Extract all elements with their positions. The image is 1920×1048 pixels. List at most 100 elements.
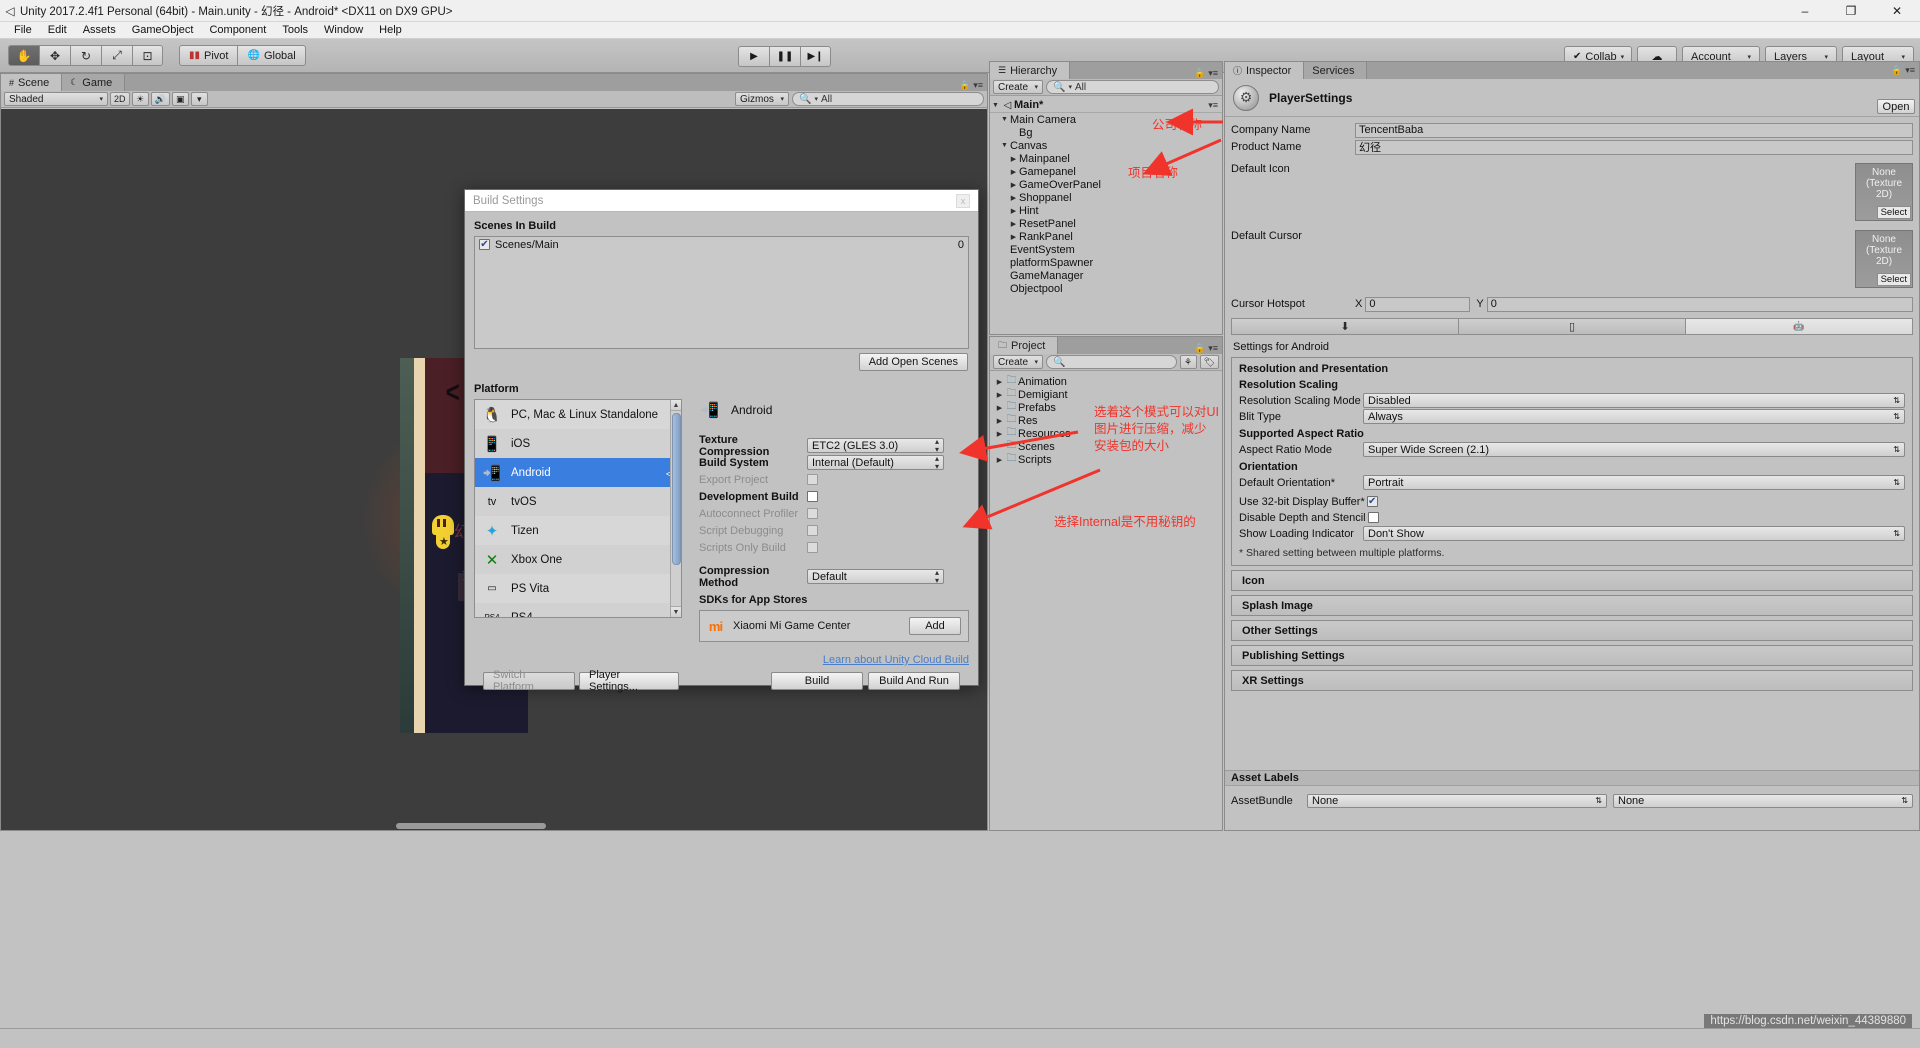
- hierarchy-item-rankpanel[interactable]: ▶ RankPanel: [990, 230, 1222, 243]
- scene-tab-tools[interactable]: 🔒 ▾≡: [959, 80, 987, 91]
- aspect-ratio-mode-dropdown[interactable]: Super Wide Screen (2.1) ⇅: [1363, 442, 1905, 457]
- platform-item-ps4[interactable]: PS4 PS4: [475, 603, 681, 617]
- chevron-right-icon[interactable]: ▶: [994, 430, 1005, 438]
- section-other-settings[interactable]: Other Settings: [1231, 620, 1913, 641]
- chevron-down-icon[interactable]: ▼: [999, 116, 1010, 123]
- platform-tab-ios[interactable]: ▯: [1459, 319, 1686, 334]
- default-cursor-select-button[interactable]: Select: [1876, 273, 1911, 286]
- project-folder-demigiant[interactable]: ▶ 🗀 Demigiant: [990, 388, 1222, 401]
- filter-by-type-icon[interactable]: ⚘: [1179, 355, 1197, 369]
- section-icon[interactable]: Icon: [1231, 570, 1913, 591]
- default-icon-slot[interactable]: None (Texture 2D) Select: [1855, 163, 1913, 221]
- chevron-right-icon[interactable]: ▶: [1008, 220, 1019, 228]
- pivot-toggle[interactable]: ▮▮ Pivot: [179, 45, 238, 66]
- disable-depth-stencil-checkbox[interactable]: [1367, 512, 1379, 523]
- lock-icon[interactable]: 🔒: [959, 80, 970, 91]
- hierarchy-scene-menu-icon[interactable]: ▾≡: [1208, 100, 1222, 111]
- platform-tab-standalone[interactable]: ⬇: [1232, 319, 1459, 334]
- scroll-down-icon[interactable]: ▼: [671, 606, 681, 617]
- tab-game[interactable]: ☾ Game: [62, 74, 126, 91]
- chevron-right-icon[interactable]: ▶: [1008, 207, 1019, 215]
- chevron-right-icon[interactable]: ▶: [1008, 155, 1019, 163]
- platform-list[interactable]: 🐧 PC, Mac & Linux Standalone 📱 iOS 📲 And…: [474, 399, 682, 618]
- menu-file[interactable]: File: [6, 22, 40, 39]
- hierarchy-create-button[interactable]: Create ▾: [993, 80, 1043, 94]
- scene-row[interactable]: Scenes/Main 0: [475, 237, 968, 252]
- global-toggle[interactable]: 🌐 Global: [237, 45, 306, 66]
- scene-search-input[interactable]: 🔍 ▾ All: [792, 92, 984, 106]
- gizmos-dropdown[interactable]: Gizmos ▾: [735, 92, 789, 106]
- hierarchy-item-resetpanel[interactable]: ▶ ResetPanel: [990, 217, 1222, 230]
- chevron-right-icon[interactable]: ▶: [994, 391, 1005, 399]
- filter-by-label-icon[interactable]: 🏷: [1199, 355, 1219, 369]
- platform-tab-android[interactable]: 🤖: [1686, 319, 1912, 334]
- play-button[interactable]: ▶: [738, 46, 769, 67]
- menu-icon[interactable]: ▾≡: [973, 80, 983, 91]
- autoconnect-profiler-checkbox[interactable]: [807, 508, 818, 519]
- development-build-checkbox[interactable]: [807, 491, 818, 502]
- audio-toggle-icon[interactable]: 🔊: [150, 92, 170, 106]
- menu-window[interactable]: Window: [316, 22, 371, 39]
- section-splash-image[interactable]: Splash Image: [1231, 595, 1913, 616]
- lighting-toggle-icon[interactable]: ☀: [131, 92, 149, 106]
- step-button[interactable]: ▶❙: [800, 46, 831, 67]
- platform-item-xboxone[interactable]: ✕ Xbox One: [475, 545, 681, 574]
- hierarchy-item-hint[interactable]: ▶ Hint: [990, 204, 1222, 217]
- chevron-right-icon[interactable]: ▶: [994, 456, 1005, 464]
- scrollbar-thumb[interactable]: [672, 413, 681, 565]
- close-icon[interactable]: x: [956, 193, 970, 208]
- cursor-hotspot-y-input[interactable]: 0: [1486, 296, 1913, 312]
- use-32bit-display-buffer-checkbox[interactable]: [1366, 496, 1378, 507]
- add-open-scenes-button[interactable]: Add Open Scenes: [858, 353, 968, 371]
- rect-tool-icon[interactable]: ⊡: [132, 45, 163, 66]
- hand-tool-icon[interactable]: ✋: [8, 45, 39, 66]
- platform-item-tizen[interactable]: ✦ Tizen: [475, 516, 681, 545]
- scene-horizontal-scrollbar[interactable]: [396, 823, 546, 829]
- assetbundle-variant-dropdown[interactable]: None ⇅: [1613, 794, 1913, 808]
- resolution-scaling-mode-dropdown[interactable]: Disabled ⇅: [1363, 393, 1905, 408]
- hierarchy-search-input[interactable]: 🔍 ▾ All: [1046, 80, 1219, 94]
- blit-type-dropdown[interactable]: Always ⇅: [1363, 409, 1905, 424]
- build-and-run-button[interactable]: Build And Run: [868, 672, 960, 690]
- export-project-checkbox[interactable]: [807, 474, 818, 485]
- scroll-up-icon[interactable]: ▲: [671, 400, 681, 411]
- build-button[interactable]: Build: [771, 672, 863, 690]
- hierarchy-tab-tools[interactable]: 🔒 ▾≡: [1194, 68, 1222, 79]
- hierarchy-item-gameoverpanel[interactable]: ▶ GameOverPanel: [990, 178, 1222, 191]
- tab-services[interactable]: Services: [1304, 62, 1368, 79]
- player-settings-button[interactable]: Player Settings...: [579, 669, 679, 693]
- rotate-tool-icon[interactable]: ↻: [70, 45, 101, 66]
- script-debugging-checkbox[interactable]: [807, 525, 818, 536]
- resolution-presentation-title[interactable]: Resolution and Presentation: [1239, 363, 1905, 375]
- tab-scene[interactable]: # Scene: [1, 74, 63, 91]
- compression-method-dropdown[interactable]: Default ▴ ▾: [807, 568, 944, 584]
- menu-icon[interactable]: ▾≡: [1208, 68, 1218, 79]
- scripts-only-build-checkbox[interactable]: [807, 542, 818, 553]
- toggle-2d-button[interactable]: 2D: [110, 92, 130, 106]
- cloud-build-link[interactable]: Learn about Unity Cloud Build: [699, 654, 969, 666]
- hierarchy-item-eventsystem[interactable]: EventSystem: [990, 243, 1222, 256]
- hierarchy-item-gamepanel[interactable]: ▶ Gamepanel: [990, 165, 1222, 178]
- menu-tools[interactable]: Tools: [274, 22, 316, 39]
- menu-gameobject[interactable]: GameObject: [124, 22, 202, 39]
- chevron-right-icon[interactable]: ▶: [994, 404, 1005, 412]
- menu-assets[interactable]: Assets: [75, 22, 124, 39]
- product-name-input[interactable]: 幻径: [1355, 139, 1913, 155]
- scenes-in-build-list[interactable]: Scenes/Main 0: [474, 236, 969, 349]
- platform-item-ios[interactable]: 📱 iOS: [475, 429, 681, 458]
- sdk-add-button[interactable]: Add: [909, 617, 961, 635]
- chevron-right-icon[interactable]: ▶: [994, 417, 1005, 425]
- hierarchy-item-mainpanel[interactable]: ▶ Mainpanel: [990, 152, 1222, 165]
- project-create-button[interactable]: Create ▾: [993, 355, 1043, 369]
- shading-mode-dropdown[interactable]: Shaded ▾: [4, 92, 108, 106]
- maximize-button[interactable]: ❐: [1828, 0, 1874, 22]
- pause-button[interactable]: ❚❚: [769, 46, 800, 67]
- platform-item-psvita[interactable]: ▭ PS Vita: [475, 574, 681, 603]
- fx-toggle-icon[interactable]: ▣: [171, 92, 189, 106]
- hierarchy-item-canvas[interactable]: ▼ Canvas: [990, 139, 1222, 152]
- company-name-input[interactable]: TencentBaba: [1355, 122, 1913, 138]
- lock-icon[interactable]: 🔒: [1194, 343, 1205, 354]
- tab-inspector[interactable]: ⓘ Inspector: [1225, 62, 1305, 79]
- hierarchy-item-gamemanager[interactable]: GameManager: [990, 269, 1222, 282]
- minimize-button[interactable]: –: [1782, 0, 1828, 22]
